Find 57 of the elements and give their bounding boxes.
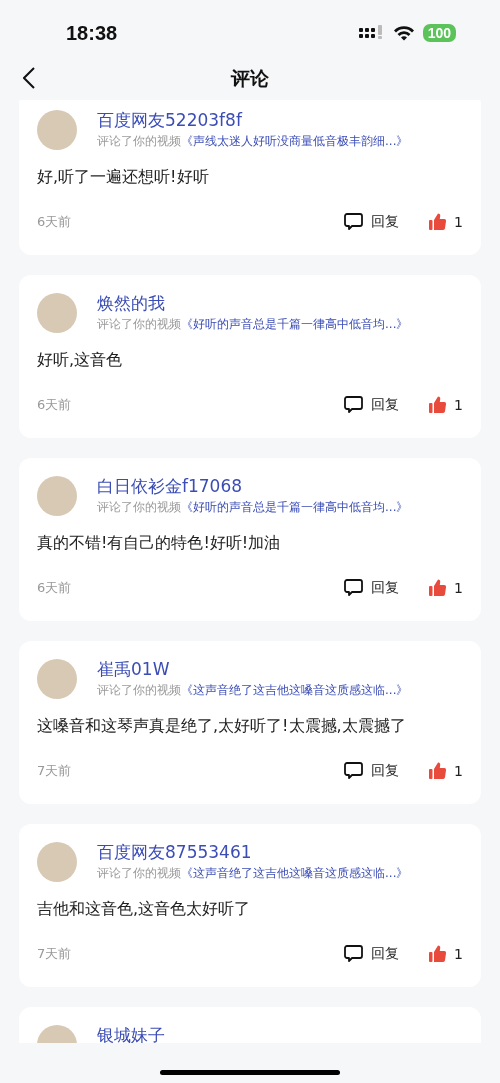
avatar[interactable] [37,842,77,882]
wifi-icon [392,25,415,41]
comment-text: 吉他和这音色,这音色太好听了 [37,898,252,920]
comment-context: 评论了你的视频 [97,317,181,331]
comment-context: 评论了你的视频 [97,500,181,514]
comment-text: 好,听了一遍还想听!好听 [37,166,210,188]
video-link[interactable]: 《好听的声音总是千篇一律高中低音均...》 [181,317,409,331]
battery-indicator: 100 [422,24,456,42]
thumbs-up-icon [429,762,447,779]
thumbs-up-icon [429,945,447,962]
video-link[interactable]: 《声线太迷人好听没商量低音极丰韵细...》 [181,134,409,148]
username[interactable]: 白日依衫金f17068 [97,476,409,496]
reply-button[interactable]: 回复 [344,212,400,231]
reply-button[interactable]: 回复 [344,944,400,963]
comment-context: 评论了你的视频 [97,866,181,880]
username[interactable]: 焕然的我 [97,293,409,313]
username[interactable]: 百度网友87553461 [97,842,409,862]
comment-context: 评论了你的视频 [97,134,181,148]
reply-button[interactable]: 回复 [344,761,400,780]
speech-bubble-icon [344,578,364,597]
comment-text: 这嗓音和这琴声真是绝了,太好听了!太震撼,太震撼了 [37,715,407,737]
speech-bubble-icon [344,212,364,231]
status-time: 18:38 [66,21,118,45]
like-button[interactable]: 1 [429,762,463,779]
reply-button[interactable]: 回复 [344,578,400,597]
thumbs-up-icon [429,396,447,413]
comment-text: 好听,这音色 [37,349,124,371]
comment-time: 6天前 [37,212,73,231]
back-icon[interactable] [23,67,35,89]
like-button[interactable]: 1 [429,213,463,230]
like-button[interactable]: 1 [429,396,463,413]
comment-time: 7天前 [37,944,73,963]
avatar[interactable] [37,476,77,516]
page-title: 评论 [231,66,269,91]
thumbs-up-icon [429,579,447,596]
thumbs-up-icon [429,213,447,230]
comment-time: 6天前 [37,578,73,597]
comment-time: 7天前 [37,761,73,780]
comment-time: 6天前 [37,395,73,414]
username[interactable]: 百度网友52203f8f [97,110,409,130]
avatar[interactable] [37,293,77,333]
video-link[interactable]: 《这声音绝了这吉他这嗓音这质感这临...》 [181,683,409,697]
speech-bubble-icon [344,761,364,780]
speech-bubble-icon [344,395,364,414]
video-link[interactable]: 《这声音绝了这吉他这嗓音这质感这临...》 [181,866,409,880]
avatar[interactable] [37,110,77,150]
like-button[interactable]: 1 [429,579,463,596]
like-button[interactable]: 1 [429,945,463,962]
username[interactable]: 崔禹01W [97,659,409,679]
username[interactable]: 银城妹子 [97,1025,165,1043]
avatar[interactable] [37,659,77,699]
comment-context: 评论了你的视频 [97,683,181,697]
comment-text: 真的不错!有自己的特色!好听!加油 [37,532,282,554]
signal-icon [358,25,385,41]
video-link[interactable]: 《好听的声音总是千篇一律高中低音均...》 [181,500,409,514]
reply-button[interactable]: 回复 [344,395,400,414]
speech-bubble-icon [344,944,364,963]
